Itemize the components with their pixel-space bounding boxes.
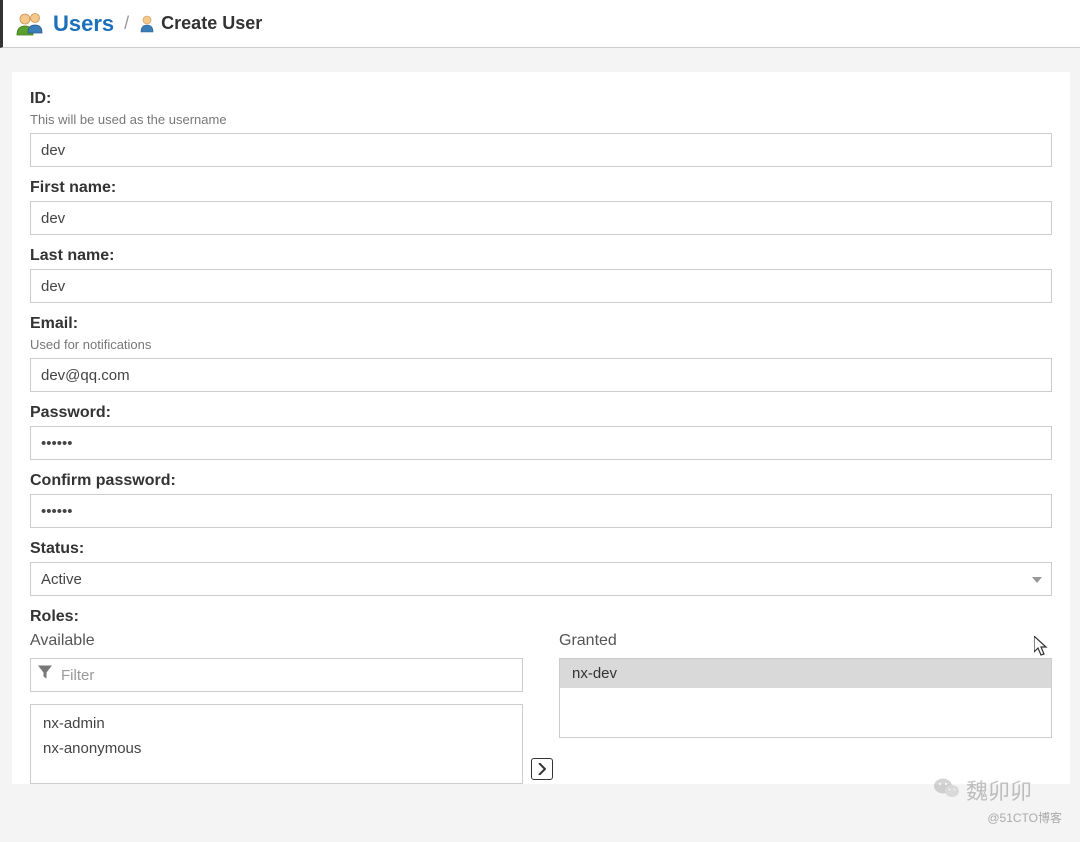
email-hint: Used for notifications <box>30 337 1052 352</box>
first-name-label: First name: <box>30 179 1052 197</box>
password-label: Password: <box>30 404 1052 422</box>
user-icon <box>139 15 155 33</box>
confirm-password-label: Confirm password: <box>30 472 1052 490</box>
roles-available-list[interactable]: nx-admin nx-anonymous <box>30 704 523 784</box>
breadcrumb-separator: / <box>124 13 129 34</box>
roles-granted-column: Granted nx-dev <box>559 632 1052 784</box>
wechat-icon <box>934 777 960 804</box>
first-name-group: First name: <box>30 179 1052 235</box>
last-name-label: Last name: <box>30 247 1052 265</box>
watermark-name: 魏卯卯 <box>966 774 1032 806</box>
roles-filter-input[interactable] <box>30 658 523 692</box>
watermark-source: @51CTO博客 <box>987 809 1062 826</box>
status-group: Status: <box>30 540 1052 596</box>
status-select[interactable] <box>30 562 1052 596</box>
id-input[interactable] <box>30 133 1052 167</box>
role-item[interactable]: nx-anonymous <box>31 736 522 761</box>
id-hint: This will be used as the username <box>30 112 1052 127</box>
email-group: Email: Used for notifications <box>30 315 1052 392</box>
password-group: Password: <box>30 404 1052 460</box>
confirm-password-group: Confirm password: <box>30 472 1052 528</box>
roles-group: Roles: Available nx-admin nx-anonymous <box>30 608 1052 784</box>
role-item[interactable]: nx-admin <box>31 711 522 736</box>
id-group: ID: This will be used as the username <box>30 90 1052 167</box>
breadcrumb-current-label: Create User <box>161 13 262 34</box>
breadcrumb-root[interactable]: Users <box>53 11 114 37</box>
status-label: Status: <box>30 540 1052 558</box>
breadcrumb-bar: Users / Create User <box>0 0 1080 48</box>
last-name-group: Last name: <box>30 247 1052 303</box>
first-name-input[interactable] <box>30 201 1052 235</box>
confirm-password-input[interactable] <box>30 494 1052 528</box>
transfer-right-button[interactable] <box>531 758 553 780</box>
breadcrumb-current: Create User <box>139 13 262 34</box>
roles-available-column: Available nx-admin nx-anonymous <box>30 632 523 784</box>
id-label: ID: <box>30 90 1052 108</box>
create-user-form: ID: This will be used as the username Fi… <box>12 72 1070 784</box>
email-label: Email: <box>30 315 1052 333</box>
roles-available-label: Available <box>30 632 523 650</box>
roles-granted-list[interactable]: nx-dev <box>559 658 1052 738</box>
role-item[interactable]: nx-dev <box>560 659 1051 688</box>
password-input[interactable] <box>30 426 1052 460</box>
watermark: 魏卯卯 <box>934 774 1032 806</box>
users-icon <box>15 11 45 37</box>
email-input[interactable] <box>30 358 1052 392</box>
roles-granted-label: Granted <box>559 632 1052 650</box>
cursor-icon <box>1034 636 1050 663</box>
breadcrumb: Users / Create User <box>53 11 262 37</box>
last-name-input[interactable] <box>30 269 1052 303</box>
roles-label: Roles: <box>30 608 1052 626</box>
filter-icon <box>38 666 52 685</box>
